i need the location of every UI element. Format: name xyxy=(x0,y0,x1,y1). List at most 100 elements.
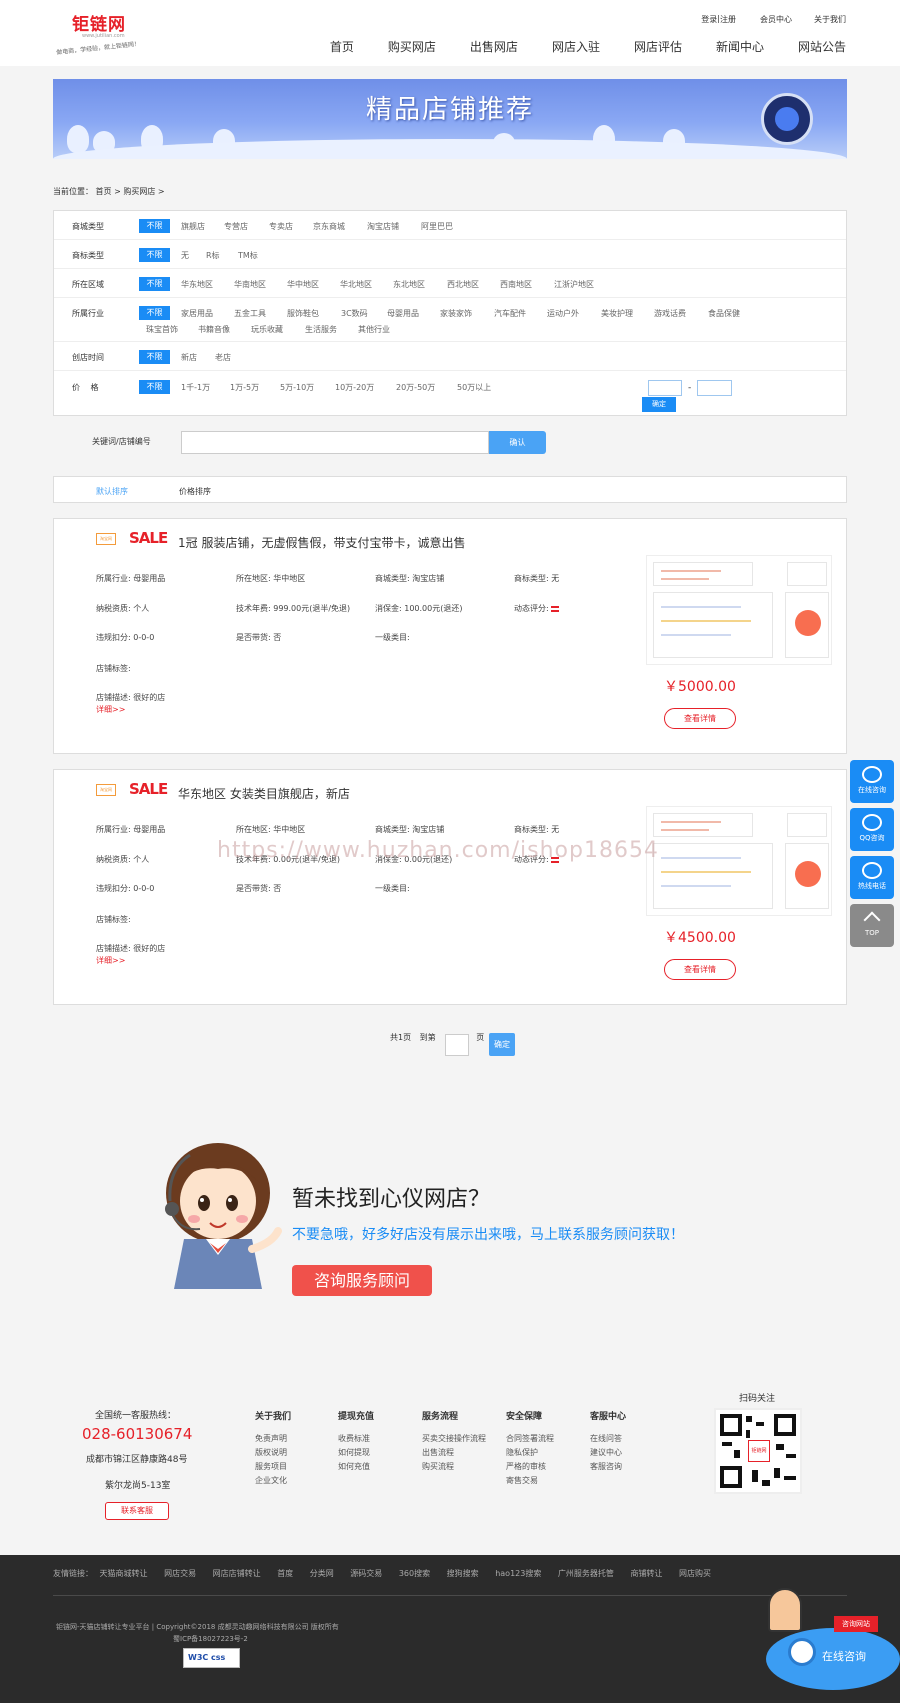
footer-link[interactable]: 如何充值 xyxy=(338,1462,374,1472)
nav-item-home[interactable]: 首页 xyxy=(330,38,354,55)
back-to-top-button[interactable]: TOP xyxy=(850,904,894,947)
filter-option[interactable]: 西北地区 xyxy=(447,279,479,290)
filter-option[interactable]: 东北地区 xyxy=(393,279,425,290)
friend-link[interactable]: 分类网 xyxy=(310,1569,334,1578)
filter-option[interactable]: 生活服务 xyxy=(305,324,337,335)
contact-service-button[interactable]: 联系客服 xyxy=(105,1502,169,1520)
page-number-input[interactable] xyxy=(445,1034,469,1056)
filter-option[interactable]: 家居用品 xyxy=(181,308,213,319)
filter-option[interactable]: 旗舰店 xyxy=(181,221,205,232)
filter-option[interactable]: 无 xyxy=(181,250,189,261)
register-link[interactable]: 注册 xyxy=(720,14,736,25)
member-center-link[interactable]: 会员中心 xyxy=(760,14,792,25)
about-link[interactable]: 关于我们 xyxy=(814,14,846,25)
view-detail-button[interactable]: 查看详情 xyxy=(664,708,736,729)
filter-option[interactable]: 家装家饰 xyxy=(440,308,472,319)
filter-option[interactable]: 专营店 xyxy=(224,221,248,232)
filter-option[interactable]: 书籍音像 xyxy=(198,324,230,335)
shop-screenshot[interactable] xyxy=(646,806,832,916)
filter-option[interactable]: 5万-10万 xyxy=(280,382,314,393)
price-min-input[interactable] xyxy=(648,380,682,396)
filter-unlimited[interactable]: 不限 xyxy=(139,306,170,320)
footer-link[interactable]: 版权说明 xyxy=(255,1448,291,1458)
detail-link[interactable]: 详细>> xyxy=(96,704,125,715)
nav-item-news[interactable]: 新闻中心 xyxy=(716,38,764,55)
filter-option[interactable]: 新店 xyxy=(181,352,197,363)
footer-link[interactable]: 严格的审核 xyxy=(506,1462,554,1472)
footer-link[interactable]: 隐私保护 xyxy=(506,1448,554,1458)
filter-option[interactable]: 华中地区 xyxy=(287,279,319,290)
footer-link[interactable]: 收费标准 xyxy=(338,1434,374,1444)
filter-option[interactable]: 汽车配件 xyxy=(494,308,526,319)
price-confirm-button[interactable]: 确定 xyxy=(642,397,676,412)
filter-option[interactable]: R标 xyxy=(206,250,220,261)
online-consult-widget[interactable]: 咨询网站 在线咨询 xyxy=(766,1616,900,1690)
footer-link[interactable]: 如何提现 xyxy=(338,1448,374,1458)
page-go-button[interactable]: 确定 xyxy=(489,1033,515,1056)
footer-link[interactable]: 购买流程 xyxy=(422,1462,486,1472)
filter-option[interactable]: TM标 xyxy=(238,250,258,261)
filter-option[interactable]: 阿里巴巴 xyxy=(421,221,453,232)
filter-option[interactable]: 50万以上 xyxy=(457,382,491,393)
nav-item-buy[interactable]: 购买网店 xyxy=(388,38,436,55)
filter-option[interactable]: 母婴用品 xyxy=(387,308,419,319)
friend-link[interactable]: 网店交易 xyxy=(164,1569,196,1578)
filter-option[interactable]: 西南地区 xyxy=(500,279,532,290)
friend-link[interactable]: 网店购买 xyxy=(679,1569,711,1578)
footer-link[interactable]: 在线问答 xyxy=(590,1434,626,1444)
footer-link[interactable]: 买卖交接操作流程 xyxy=(422,1434,486,1444)
friend-link[interactable]: hao123搜索 xyxy=(495,1569,541,1578)
sort-price[interactable]: 价格排序 xyxy=(179,486,211,497)
footer-link[interactable]: 出售流程 xyxy=(422,1448,486,1458)
filter-unlimited[interactable]: 不限 xyxy=(139,350,170,364)
nav-item-evaluate[interactable]: 网店评估 xyxy=(634,38,682,55)
nav-item-notice[interactable]: 网站公告 xyxy=(798,38,846,55)
filter-option[interactable]: 美妆护理 xyxy=(601,308,633,319)
w3c-css-badge[interactable]: W3C css xyxy=(183,1648,240,1668)
filter-option[interactable]: 珠宝首饰 xyxy=(146,324,178,335)
footer-link[interactable]: 寄售交易 xyxy=(506,1476,554,1486)
filter-option[interactable]: 五金工具 xyxy=(234,308,266,319)
keyword-input[interactable] xyxy=(181,431,489,454)
side-qq-consult[interactable]: QQ咨询 xyxy=(850,808,894,851)
view-detail-button[interactable]: 查看详情 xyxy=(664,959,736,980)
filter-unlimited[interactable]: 不限 xyxy=(139,248,170,262)
filter-unlimited[interactable]: 不限 xyxy=(139,277,170,291)
nav-item-join[interactable]: 网店入驻 xyxy=(552,38,600,55)
footer-link[interactable]: 服务项目 xyxy=(255,1462,291,1472)
icp-number[interactable]: 蜀ICP备18027223号-2 xyxy=(173,1634,248,1644)
footer-link[interactable]: 企业文化 xyxy=(255,1476,291,1486)
listing-title[interactable]: 1冠 服装店铺，无虚假售假，带支付宝带卡，诚意出售 xyxy=(178,534,465,551)
site-logo[interactable]: 钜链网 www.jutilian.com 做电商，学经验，就上钜链网！ xyxy=(56,8,166,58)
side-online-consult[interactable]: 在线咨询 xyxy=(850,760,894,803)
filter-option[interactable]: 江浙沪地区 xyxy=(554,279,594,290)
filter-option[interactable]: 京东商城 xyxy=(313,221,345,232)
filter-unlimited[interactable]: 不限 xyxy=(139,219,170,233)
filter-option[interactable]: 20万-50万 xyxy=(396,382,435,393)
filter-option[interactable]: 华北地区 xyxy=(340,279,372,290)
footer-link[interactable]: 建议中心 xyxy=(590,1448,626,1458)
listing-title[interactable]: 华东地区 女装类目旗舰店，新店 xyxy=(178,785,350,802)
filter-option[interactable]: 华东地区 xyxy=(181,279,213,290)
filter-option[interactable]: 其他行业 xyxy=(358,324,390,335)
friend-link[interactable]: 搜狗搜索 xyxy=(447,1569,479,1578)
footer-link[interactable]: 合同签署流程 xyxy=(506,1434,554,1444)
filter-option[interactable]: 华南地区 xyxy=(234,279,266,290)
filter-option[interactable]: 1千-1万 xyxy=(181,382,210,393)
friend-link[interactable]: 360搜索 xyxy=(399,1569,430,1578)
filter-option[interactable]: 老店 xyxy=(215,352,231,363)
detail-link[interactable]: 详细>> xyxy=(96,955,125,966)
friend-link[interactable]: 源码交易 xyxy=(350,1569,382,1578)
filter-unlimited[interactable]: 不限 xyxy=(139,380,170,394)
footer-link[interactable]: 客服咨询 xyxy=(590,1462,626,1472)
filter-option[interactable]: 服饰鞋包 xyxy=(287,308,319,319)
filter-option[interactable]: 专卖店 xyxy=(269,221,293,232)
login-link[interactable]: 登录 xyxy=(701,14,717,25)
friend-link[interactable]: 首度 xyxy=(277,1569,293,1578)
filter-option[interactable]: 玩乐收藏 xyxy=(251,324,283,335)
friend-link[interactable]: 网店店铺转让 xyxy=(213,1569,261,1578)
friend-link[interactable]: 商铺转让 xyxy=(630,1569,662,1578)
consult-advisor-button[interactable]: 咨询服务顾问 xyxy=(292,1265,432,1296)
filter-option[interactable]: 3C数码 xyxy=(341,308,368,319)
side-hotline[interactable]: 热线电话 xyxy=(850,856,894,899)
